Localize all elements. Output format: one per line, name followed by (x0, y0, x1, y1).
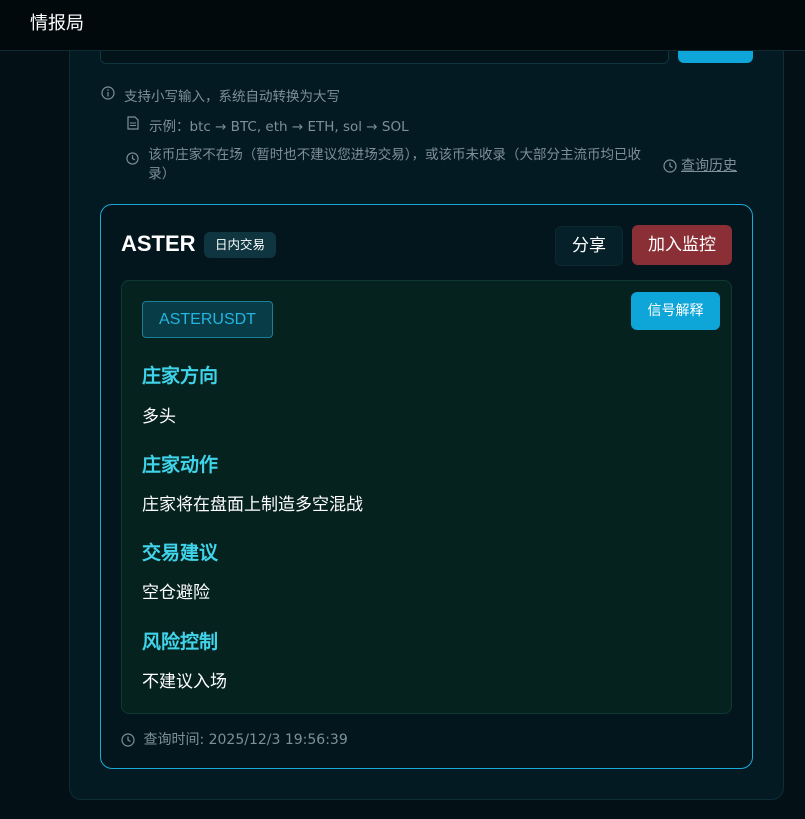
query-time: 查询时间: 2025/12/3 19:56:39 (121, 729, 348, 749)
trade-type-badge: 日内交易 (204, 232, 277, 258)
add-to-monitor-button[interactable]: 加入监控 (632, 225, 732, 265)
section-title-risk: 风险控制 (142, 631, 219, 653)
query-history-link[interactable]: 查询历史 (663, 155, 737, 175)
hint-example: 示例：btc → BTC, eth → ETH, sol → SOL (125, 115, 409, 135)
coin-name: ASTER (121, 231, 196, 256)
hint-example-text: 示例：btc → BTC, eth → ETH, sol → SOL (149, 119, 409, 135)
history-clock-icon (663, 158, 677, 174)
share-button[interactable]: 分享 (555, 226, 623, 266)
signal-explain-button[interactable]: 信号解释 (631, 292, 720, 330)
clock-icon (125, 149, 140, 168)
hint-not-found: 该币庄家不在场（暂时也不建议您进场交易），或该币未收录（大部分主流币均已收录） (125, 146, 645, 184)
section-value-action: 庄家将在盘面上制造多空混战 (142, 495, 363, 515)
section-value-direction: 多头 (142, 407, 176, 427)
section-title-advice: 交易建议 (142, 542, 219, 564)
section-title-action: 庄家动作 (142, 454, 219, 476)
app-title: 情报局 (30, 13, 84, 34)
hint-lowercase-text: 支持小写输入，系统自动转换为大写 (124, 89, 340, 105)
section-value-risk: 不建议入场 (142, 672, 227, 692)
time-clock-icon (121, 732, 139, 748)
query-time-text: 查询时间: 2025/12/3 19:56:39 (143, 732, 348, 748)
document-icon (125, 115, 141, 131)
info-icon (100, 85, 116, 101)
hint-lowercase: 支持小写输入，系统自动转换为大写 (100, 85, 340, 105)
query-history-label: 查询历史 (681, 158, 737, 174)
top-bar: 情报局 (0, 0, 805, 51)
hint-not-found-text: 该币庄家不在场（暂时也不建议您进场交易），或该币未收录（大部分主流币均已收录） (148, 147, 642, 182)
section-title-direction: 庄家方向 (142, 365, 219, 387)
symbol-chip: ASTERUSDT (142, 301, 273, 338)
section-value-advice: 空仓避险 (142, 583, 210, 603)
